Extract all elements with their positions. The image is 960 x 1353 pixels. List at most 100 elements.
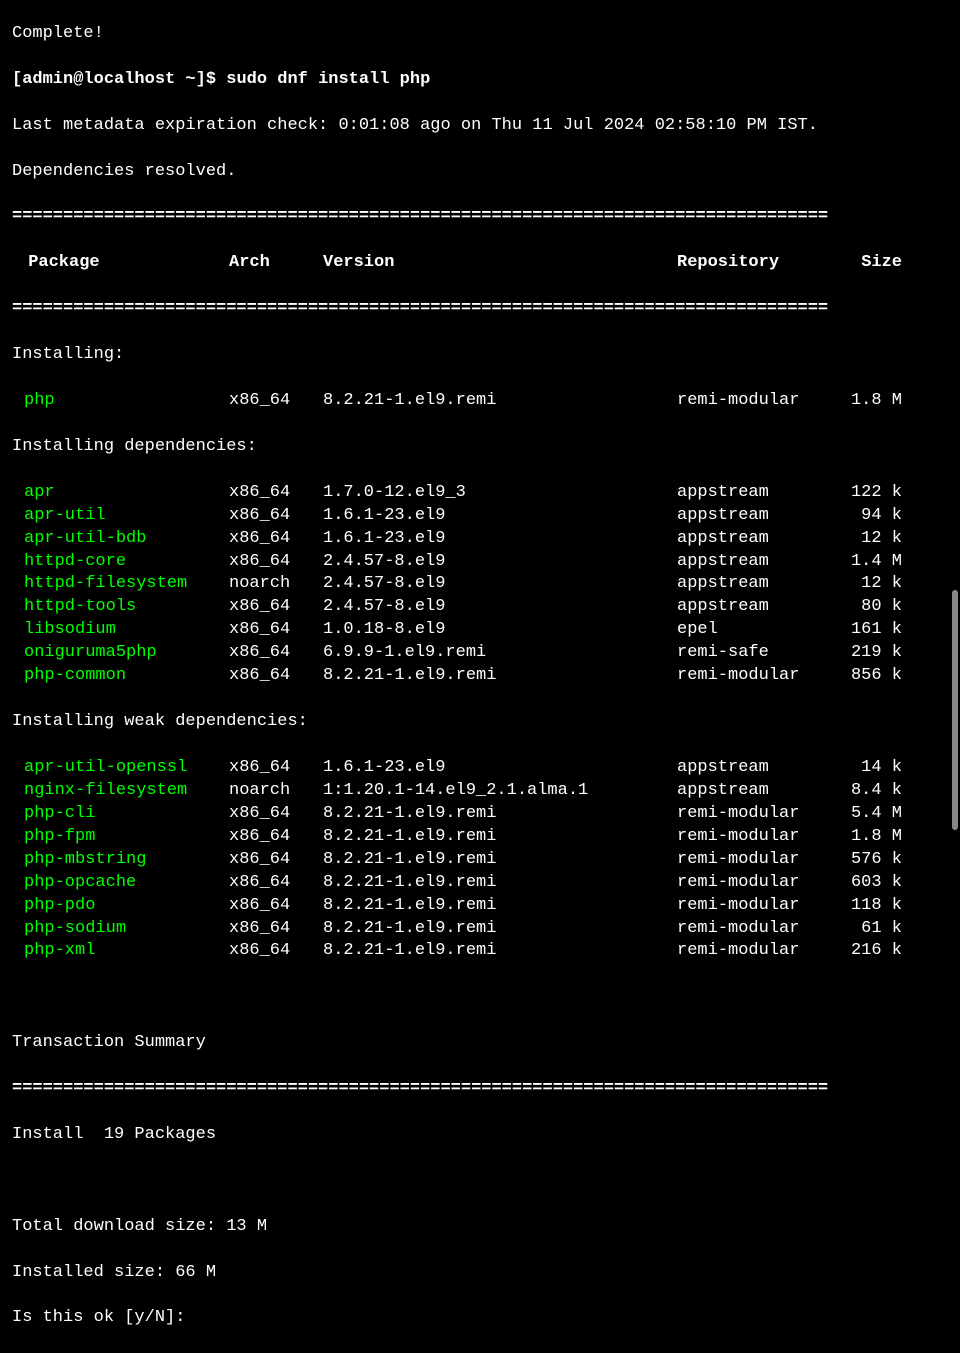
installed-size: Installed size: 66 M xyxy=(12,1262,948,1285)
package-version: 2.4.57-8.el9 xyxy=(323,573,677,596)
package-row: php-xmlx86_648.2.21-1.el9.remiremi-modul… xyxy=(12,940,948,963)
package-size: 5.4 M xyxy=(842,803,902,826)
package-repo: appstream xyxy=(677,573,842,596)
package-name: php-common xyxy=(12,665,229,688)
package-arch: noarch xyxy=(229,780,323,803)
package-name: httpd-core xyxy=(12,551,229,574)
package-repo: remi-modular xyxy=(677,895,842,918)
package-version: 8.2.21-1.el9.remi xyxy=(323,390,677,413)
package-version: 6.9.9-1.el9.remi xyxy=(323,642,677,665)
package-arch: x86_64 xyxy=(229,826,323,849)
package-name: php-fpm xyxy=(12,826,229,849)
blank-line-2 xyxy=(12,1170,948,1193)
package-name: apr-util-openssl xyxy=(12,757,229,780)
package-arch: x86_64 xyxy=(229,940,323,963)
package-name: php xyxy=(12,390,229,413)
package-name: oniguruma5php xyxy=(12,642,229,665)
package-version: 8.2.21-1.el9.remi xyxy=(323,918,677,941)
download-size: Total download size: 13 M xyxy=(12,1216,948,1239)
package-size: 14 k xyxy=(842,757,902,780)
package-repo: remi-modular xyxy=(677,390,842,413)
package-size: 80 k xyxy=(842,596,902,619)
package-arch: x86_64 xyxy=(229,551,323,574)
package-repo: remi-modular xyxy=(677,849,842,872)
header-package: Package xyxy=(12,252,229,275)
package-name: php-pdo xyxy=(12,895,229,918)
package-size: 1.8 M xyxy=(842,826,902,849)
package-row: php-clix86_648.2.21-1.el9.remiremi-modul… xyxy=(12,803,948,826)
package-repo: epel xyxy=(677,619,842,642)
package-row: php-commonx86_648.2.21-1.el9.remiremi-mo… xyxy=(12,665,948,688)
package-size: 12 k xyxy=(842,528,902,551)
package-size: 576 k xyxy=(842,849,902,872)
package-arch: x86_64 xyxy=(229,665,323,688)
package-name: php-mbstring xyxy=(12,849,229,872)
shell-prompt: [admin@localhost ~]$ xyxy=(12,70,226,89)
package-version: 8.2.21-1.el9.remi xyxy=(323,872,677,895)
package-arch: x86_64 xyxy=(229,918,323,941)
package-repo: appstream xyxy=(677,780,842,803)
package-row: php-sodiumx86_648.2.21-1.el9.remiremi-mo… xyxy=(12,918,948,941)
package-name: httpd-tools xyxy=(12,596,229,619)
package-row: aprx86_641.7.0-12.el9_3appstream122 k xyxy=(12,482,948,505)
package-version: 1.7.0-12.el9_3 xyxy=(323,482,677,505)
package-repo: remi-modular xyxy=(677,665,842,688)
package-version: 1.0.18-8.el9 xyxy=(323,619,677,642)
package-arch: x86_64 xyxy=(229,895,323,918)
package-row: phpx86_648.2.21-1.el9.remiremi-modular1.… xyxy=(12,390,948,413)
package-version: 2.4.57-8.el9 xyxy=(323,596,677,619)
package-arch: x86_64 xyxy=(229,528,323,551)
package-name: php-sodium xyxy=(12,918,229,941)
package-arch: x86_64 xyxy=(229,482,323,505)
section-weak: Installing weak dependencies: xyxy=(12,711,948,734)
transaction-summary: Transaction Summary xyxy=(12,1032,948,1055)
divider-bottom: ========================================… xyxy=(12,1078,948,1101)
command-text: sudo dnf install php xyxy=(226,70,430,89)
blank-line xyxy=(12,986,948,1009)
package-version: 1.6.1-23.el9 xyxy=(323,528,677,551)
confirm-prompt[interactable]: Is this ok [y/N]: xyxy=(12,1307,948,1330)
package-version: 8.2.21-1.el9.remi xyxy=(323,826,677,849)
package-repo: appstream xyxy=(677,551,842,574)
package-repo: appstream xyxy=(677,528,842,551)
package-arch: x86_64 xyxy=(229,505,323,528)
section-deps: Installing dependencies: xyxy=(12,436,948,459)
package-name: apr-util xyxy=(12,505,229,528)
package-name: nginx-filesystem xyxy=(12,780,229,803)
package-size: 94 k xyxy=(842,505,902,528)
header-repository: Repository xyxy=(677,252,842,275)
package-row: apr-util-bdbx86_641.6.1-23.el9appstream … xyxy=(12,528,948,551)
package-row: apr-util-opensslx86_641.6.1-23.el9appstr… xyxy=(12,757,948,780)
package-size: 219 k xyxy=(842,642,902,665)
package-arch: x86_64 xyxy=(229,619,323,642)
install-count: Install 19 Packages xyxy=(12,1124,948,1147)
package-name: httpd-filesystem xyxy=(12,573,229,596)
package-arch: x86_64 xyxy=(229,849,323,872)
package-repo: appstream xyxy=(677,482,842,505)
package-repo: appstream xyxy=(677,596,842,619)
scrollbar-thumb[interactable] xyxy=(952,590,958,830)
package-version: 1.6.1-23.el9 xyxy=(323,757,677,780)
terminal-output: Complete! [admin@localhost ~]$ sudo dnf … xyxy=(12,0,948,1353)
package-size: 216 k xyxy=(842,940,902,963)
package-row: httpd-corex86_642.4.57-8.el9appstream1.4… xyxy=(12,551,948,574)
package-version: 8.2.21-1.el9.remi xyxy=(323,665,677,688)
table-header: Package Arch Version Repository Size xyxy=(12,252,948,275)
package-size: 161 k xyxy=(842,619,902,642)
package-arch: x86_64 xyxy=(229,390,323,413)
package-repo: remi-safe xyxy=(677,642,842,665)
package-name: libsodium xyxy=(12,619,229,642)
package-name: php-opcache xyxy=(12,872,229,895)
package-version: 8.2.21-1.el9.remi xyxy=(323,849,677,872)
package-row: apr-utilx86_641.6.1-23.el9appstream 94 k xyxy=(12,505,948,528)
divider-mid: ========================================… xyxy=(12,298,948,321)
header-version: Version xyxy=(323,252,677,275)
header-size: Size xyxy=(842,252,902,275)
package-arch: x86_64 xyxy=(229,803,323,826)
package-size: 8.4 k xyxy=(842,780,902,803)
package-version: 8.2.21-1.el9.remi xyxy=(323,803,677,826)
package-row: php-opcachex86_648.2.21-1.el9.remiremi-m… xyxy=(12,872,948,895)
package-row: httpd-toolsx86_642.4.57-8.el9appstream 8… xyxy=(12,596,948,619)
package-row: php-pdox86_648.2.21-1.el9.remiremi-modul… xyxy=(12,895,948,918)
package-row: nginx-filesystemnoarch1:1.20.1-14.el9_2.… xyxy=(12,780,948,803)
